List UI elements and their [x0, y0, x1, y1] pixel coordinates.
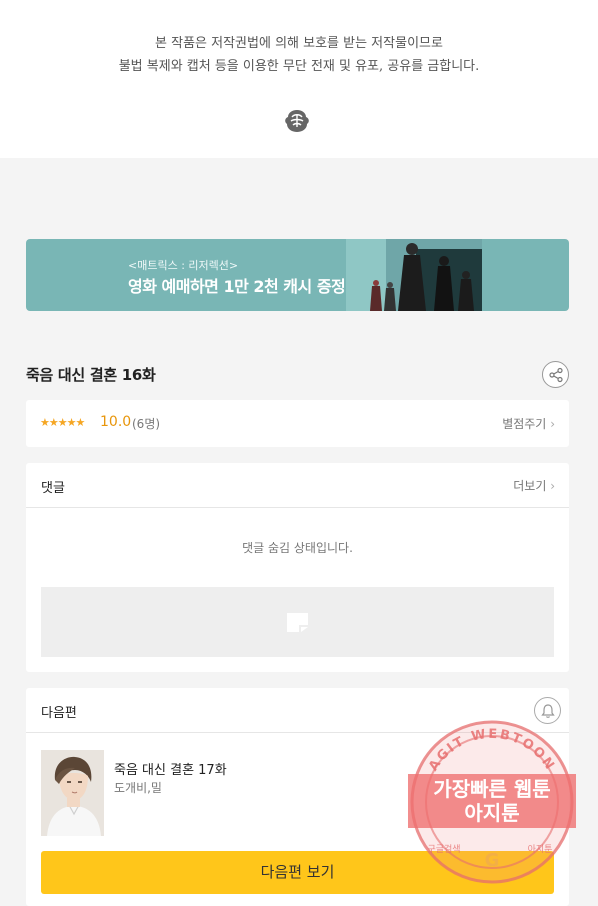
- watermark-bottom-right: 아지툰: [528, 844, 553, 855]
- next-episode-author: 도개비,밀: [114, 781, 162, 795]
- comments-more-link[interactable]: 더보기 ›: [513, 477, 555, 494]
- promo-banner[interactable]: <매트릭스 : 리저렉션> 영화 예매하면 1만 2천 캐시 증정!: [26, 239, 569, 311]
- banner-headline: 영화 예매하면 1만 2천 캐시 증정!: [128, 277, 353, 296]
- watermark-line-1: 가장빠른 웹툰: [433, 777, 550, 801]
- rating-score: 10.0: [100, 414, 132, 430]
- next-episode-thumbnail[interactable]: [41, 750, 104, 836]
- rate-link[interactable]: 별점주기 ›: [502, 415, 555, 432]
- watermark-line-2: 아지툰: [464, 801, 519, 825]
- episode-title: 죽음 대신 결혼 16화: [26, 366, 156, 384]
- movie-poster-art: [346, 239, 482, 311]
- rate-link-label: 별점주기: [502, 417, 547, 431]
- comments-hidden-message: 댓글 숨김 상태입니다.: [242, 541, 353, 555]
- notice-line-1: 본 작품은 저작권법에 의해 보호를 받는 저작물이므로: [155, 36, 443, 51]
- google-g-icon: G: [485, 850, 500, 871]
- next-episode-title[interactable]: 죽음 대신 결혼 17화: [114, 759, 227, 778]
- comments-header: 댓글 더보기 ›: [26, 463, 569, 508]
- image-placeholder-icon: [287, 613, 308, 632]
- watermark-stamp: AGIT WEBTOON 가장빠른 웹툰 아지툰 구글검색 G 아지툰: [408, 720, 576, 884]
- share-icon: [549, 367, 563, 383]
- comments-more-label: 더보기: [513, 479, 547, 493]
- next-episode-section-title: 다음편: [41, 706, 77, 721]
- ad-placeholder: [41, 587, 554, 657]
- rating-count: (6명): [132, 417, 161, 431]
- notice-line-2: 불법 복제와 캡처 등을 이용한 무단 전재 및 유포, 공유를 금합니다.: [118, 59, 480, 74]
- banner-subtitle: <매트릭스 : 리저렉션>: [128, 259, 239, 272]
- comments-card: 댓글 더보기 › 댓글 숨김 상태입니다.: [26, 463, 569, 672]
- rating-card: ★★★★★ 10.0 (6명) 별점주기 ›: [26, 400, 569, 447]
- share-button[interactable]: [542, 361, 569, 388]
- character-portrait-image: [41, 750, 104, 836]
- copyright-notice: 본 작품은 저작권법에 의해 보호를 받는 저작물이므로 불법 복제와 캡처 등…: [0, 0, 598, 158]
- chevron-right-icon: ›: [550, 479, 555, 493]
- star-rating-icon: ★★★★★: [40, 416, 85, 429]
- watermark-bottom-left: 구글검색: [427, 843, 460, 855]
- rose-logo-icon: [285, 110, 309, 132]
- chevron-right-icon: ›: [550, 417, 555, 431]
- comments-title: 댓글: [41, 481, 65, 496]
